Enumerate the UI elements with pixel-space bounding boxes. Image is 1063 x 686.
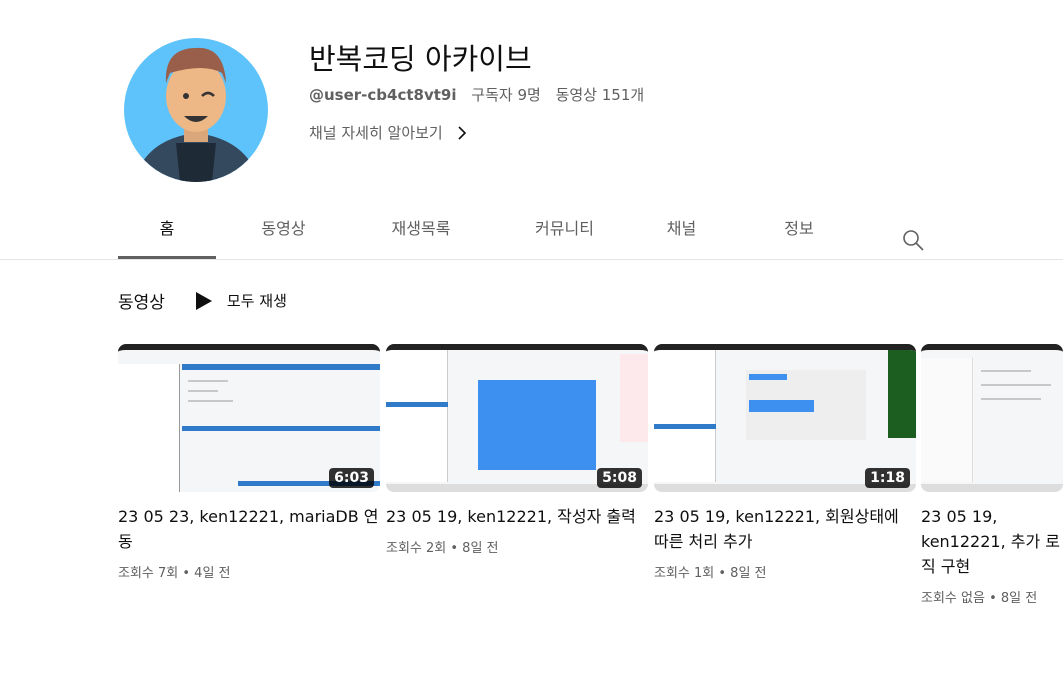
search-icon — [903, 230, 924, 251]
video-thumbnail[interactable]: 6:03 — [118, 344, 380, 492]
tab-community[interactable]: 커뮤니티 — [491, 200, 638, 259]
video-title[interactable]: 23 05 23, ken12221, mariaDB 연동 — [118, 504, 380, 554]
video-title[interactable]: 23 05 19, ken12221, 작성자 출력 — [386, 504, 648, 529]
channel-about-link[interactable]: 채널 자세히 알아보기 — [309, 122, 467, 143]
video-meta: 조회수 1회 • 8일 전 — [654, 566, 767, 581]
tab-videos[interactable]: 동영상 — [216, 200, 351, 259]
video-duration: 1:18 — [865, 468, 910, 488]
channel-meta: @user-cb4ct8vt9i 구독자 9명 동영상 151개 — [309, 84, 654, 105]
video-duration: 5:08 — [597, 468, 642, 488]
video-card: 6:03 23 05 23, ken12221, mariaDB 연동 조회수 … — [118, 344, 380, 581]
video-card: 1:18 23 05 19, ken12221, 회원상태에 따른 처리 추가 … — [654, 344, 916, 581]
tab-home[interactable]: 홈 — [118, 200, 216, 259]
video-meta: 조회수 7회 • 4일 전 — [118, 566, 231, 581]
play-all-label: 모두 재생 — [226, 292, 287, 310]
videos-section-header: 동영상 모두 재생 — [118, 288, 287, 313]
video-thumbnail[interactable] — [921, 344, 1063, 492]
play-icon — [195, 291, 212, 310]
video-card: 5:08 23 05 19, ken12221, 작성자 출력 조회수 2회 •… — [386, 344, 648, 556]
channel-tabs: 홈 동영상 재생목록 커뮤니티 채널 정보 — [118, 200, 953, 259]
tab-channels[interactable]: 채널 — [638, 200, 725, 259]
tabs-divider — [0, 259, 1063, 260]
channel-avatar — [124, 38, 268, 182]
subscriber-count: 구독자 9명 — [471, 86, 541, 104]
tab-playlists[interactable]: 재생목록 — [351, 200, 491, 259]
video-thumbnail[interactable]: 1:18 — [654, 344, 916, 492]
video-meta: 조회수 2회 • 8일 전 — [386, 541, 499, 556]
play-all-button[interactable]: 모두 재생 — [195, 290, 287, 311]
video-meta: 조회수 없음 • 8일 전 — [921, 591, 1038, 606]
tab-about[interactable]: 정보 — [725, 200, 873, 259]
channel-handle: @user-cb4ct8vt9i — [309, 86, 457, 104]
about-link-label: 채널 자세히 알아보기 — [309, 124, 443, 142]
avatar-illustration-icon — [139, 47, 254, 182]
video-title[interactable]: 23 05 19, ken12221, 회원상태에 따른 처리 추가 — [654, 504, 916, 554]
video-title[interactable]: 23 05 19, ken12221, 추가 로직 구현 — [921, 504, 1063, 579]
video-thumbnail[interactable]: 5:08 — [386, 344, 648, 492]
section-title: 동영상 — [118, 293, 165, 313]
search-button[interactable] — [873, 200, 953, 259]
channel-name: 반복코딩 아카이브 — [309, 42, 532, 76]
chevron-right-icon — [458, 125, 466, 140]
video-duration: 6:03 — [329, 468, 374, 488]
video-card: 23 05 19, ken12221, 추가 로직 구현 조회수 없음 • 8일… — [921, 344, 1063, 606]
video-count: 동영상 151개 — [555, 86, 645, 104]
